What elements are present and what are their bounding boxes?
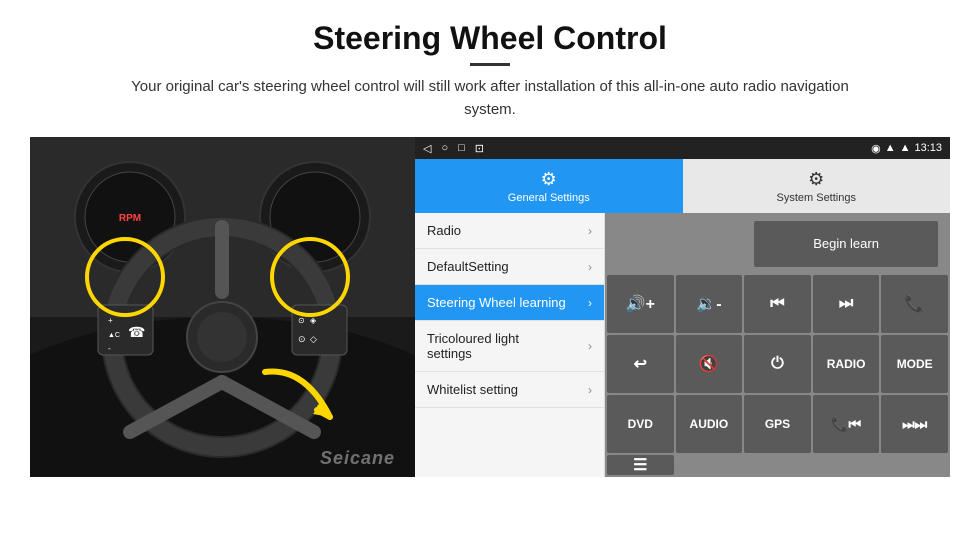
empty-3 (813, 455, 880, 475)
svg-text:⊙: ⊙ (298, 334, 306, 344)
vol-up-button[interactable]: 🔊+ (607, 275, 674, 333)
dvd-button[interactable]: DVD (607, 395, 674, 453)
menu-item-default[interactable]: DefaultSetting › (415, 249, 604, 285)
menu-item-tricoloured[interactable]: Tricoloured lightsettings › (415, 321, 604, 372)
svg-text:RPM: RPM (119, 213, 141, 224)
tab-system[interactable]: ⚙ System Settings (683, 159, 951, 213)
back-icon[interactable]: ◁ (423, 142, 431, 155)
page-wrapper: Steering Wheel Control Your original car… (0, 0, 980, 487)
title-divider (470, 63, 510, 66)
gear-icon-system: ⚙ (808, 169, 824, 190)
empty-1 (676, 455, 743, 475)
android-ui: ◁ ○ □ ⊡ ◉ ▲ ▲ 13:13 ⚙ General Settings (415, 137, 950, 477)
page-title: Steering Wheel Control (30, 20, 950, 57)
menu-steering-label: Steering Wheel learning (427, 295, 566, 310)
mode-button[interactable]: MODE (881, 335, 948, 393)
tab-general-label: General Settings (508, 192, 590, 204)
next-track-button[interactable]: ⏭ (813, 275, 880, 333)
menu-radio-label: Radio (427, 223, 461, 238)
power-button[interactable]: ⏻ (744, 335, 811, 393)
svg-text:◇: ◇ (310, 334, 317, 344)
radio-button[interactable]: RADIO (813, 335, 880, 393)
tab-system-label: System Settings (777, 192, 856, 204)
menu-icon[interactable]: ⊡ (475, 142, 484, 155)
phone-button[interactable]: 📞 (881, 275, 948, 333)
begin-learn-area: Begin learn (744, 215, 948, 273)
chevron-icon: › (588, 224, 592, 238)
recents-icon[interactable]: □ (458, 142, 465, 154)
wifi-icon: ▲ (885, 142, 896, 154)
subtitle: Your original car's steering wheel contr… (130, 76, 850, 121)
title-section: Steering Wheel Control Your original car… (30, 20, 950, 121)
menu-item-radio[interactable]: Radio › (415, 213, 604, 249)
tab-general[interactable]: ⚙ General Settings (415, 159, 683, 213)
status-bar: ◁ ○ □ ⊡ ◉ ▲ ▲ 13:13 (415, 137, 950, 159)
gear-icon-general: ⚙ (541, 169, 557, 190)
home-icon[interactable]: ○ (441, 142, 448, 154)
highlight-circle-left (85, 237, 165, 317)
menu-default-label: DefaultSetting (427, 259, 509, 274)
begin-learn-button[interactable]: Begin learn (754, 221, 937, 267)
chevron-icon: › (588, 383, 592, 397)
phone-prev-button[interactable]: 📞⏮ (813, 395, 880, 453)
status-bar-left: ◁ ○ □ ⊡ (423, 142, 484, 155)
svg-text:☎: ☎ (128, 324, 145, 340)
left-menu: Radio › DefaultSetting › Steering Wheel … (415, 213, 605, 477)
menu-item-steering[interactable]: Steering Wheel learning › (415, 285, 604, 321)
empty-2 (744, 455, 811, 475)
right-panel: Begin learn 🔊+ 🔉- ⏮ ⏭ 📞 ↩ 🔇 ⏻ RADIO MODE (605, 213, 950, 477)
mute-button[interactable]: 🔇 (676, 335, 743, 393)
gps-button[interactable]: GPS (744, 395, 811, 453)
status-bar-right: ◉ ▲ ▲ 13:13 (871, 142, 942, 155)
audio-button[interactable]: AUDIO (676, 395, 743, 453)
menu-item-whitelist[interactable]: Whitelist setting › (415, 372, 604, 408)
svg-text:+: + (108, 316, 113, 325)
menu-tricoloured-label: Tricoloured lightsettings (427, 331, 519, 361)
watermark: Seicane (320, 448, 395, 469)
content-area: RPM + ▲C - ☎ ⊙ ◈ ⊙ (30, 137, 950, 477)
chevron-icon: › (588, 339, 592, 353)
svg-text:-: - (108, 344, 111, 353)
vol-down-button[interactable]: 🔉- (676, 275, 743, 333)
nav-tabs: ⚙ General Settings ⚙ System Settings (415, 159, 950, 213)
arrow-overlay (255, 362, 345, 437)
signal-icon: ▲ (900, 142, 911, 154)
svg-text:⊙: ⊙ (298, 316, 305, 325)
hangup-button[interactable]: ↩ (607, 335, 674, 393)
prev-track-button[interactable]: ⏮ (744, 275, 811, 333)
skip-button[interactable]: ⏭⏭ (881, 395, 948, 453)
menu-whitelist-label: Whitelist setting (427, 382, 518, 397)
empty-4 (881, 455, 948, 475)
chevron-icon: › (588, 260, 592, 274)
highlight-circle-right (270, 237, 350, 317)
photo-side: RPM + ▲C - ☎ ⊙ ◈ ⊙ (30, 137, 415, 477)
radio-empty-area (607, 215, 742, 273)
main-body: Radio › DefaultSetting › Steering Wheel … (415, 213, 950, 477)
svg-text:▲C: ▲C (108, 332, 120, 339)
svg-text:◈: ◈ (310, 316, 317, 325)
location-icon: ◉ (871, 142, 881, 155)
clock: 13:13 (914, 142, 942, 154)
list-button[interactable]: ☰ (607, 455, 674, 475)
chevron-icon: › (588, 296, 592, 310)
